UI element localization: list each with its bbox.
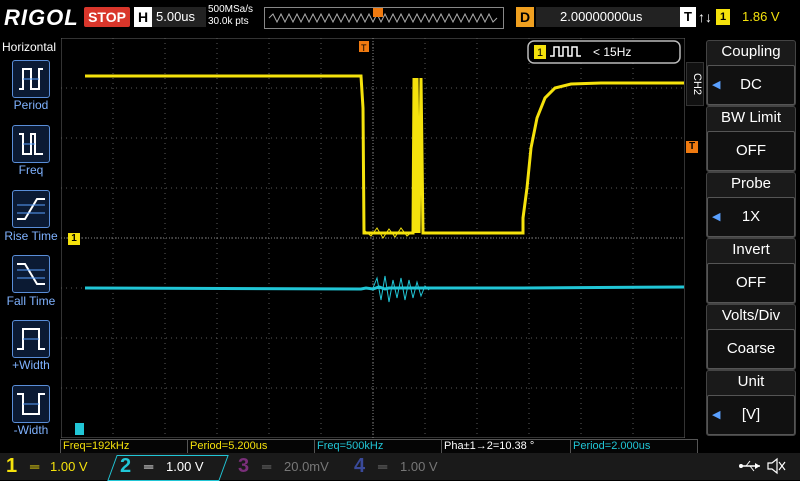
period-icon xyxy=(19,68,43,90)
horizontal-label: H xyxy=(134,7,152,27)
ch2-coupling-icon: ═ xyxy=(144,459,154,474)
memory-depth: 30.0k pts xyxy=(208,16,249,27)
delay-value[interactable]: 2.00000000us xyxy=(536,7,690,27)
ch3-number[interactable]: 3 xyxy=(238,453,249,480)
timebar-waveform-icon xyxy=(268,8,498,24)
coupling-title: Coupling xyxy=(721,43,781,60)
ch4-coupling-icon: ═ xyxy=(378,459,388,474)
volts-div-title: Volts/Div xyxy=(721,307,781,324)
left-arrow-icon: ◀ xyxy=(712,79,721,91)
fall-time-icon xyxy=(17,263,45,285)
ch2-waveform xyxy=(84,285,685,291)
left-arrow-icon: ◀ xyxy=(712,211,721,223)
fall-time-button[interactable] xyxy=(12,255,50,293)
ch1-coupling-icon: ═ xyxy=(30,459,40,474)
pos-width-icon xyxy=(17,328,45,350)
sample-rate: 500MSa/s xyxy=(208,4,254,15)
usb-icon xyxy=(739,460,760,472)
trigger-status-text: < 15Hz xyxy=(593,45,631,59)
trigger-label: T xyxy=(680,7,696,27)
coupling-menu[interactable]: Coupling ◀ DC xyxy=(706,40,796,106)
neg-width-label: -Width xyxy=(13,423,49,437)
probe-title: Probe xyxy=(730,175,772,192)
volts-div-value[interactable]: Coarse xyxy=(707,329,795,369)
period-measure-button[interactable] xyxy=(12,60,50,98)
rise-time-icon xyxy=(17,198,45,220)
probe-value-text: 1X xyxy=(741,208,761,225)
unit-value[interactable]: ◀ [V] xyxy=(707,395,795,435)
trigger-level[interactable]: 1.86 V xyxy=(742,7,780,27)
bw-limit-title: BW Limit xyxy=(721,109,781,126)
measure-ch2-period[interactable]: Period=2.000us xyxy=(570,439,698,454)
left-panel-title: Horizontal xyxy=(2,40,57,54)
coupling-value-text: DC xyxy=(740,76,762,93)
fall-time-label: Fall Time xyxy=(6,294,56,308)
trigger-status-channel: 1 xyxy=(537,47,543,59)
invert-title: Invert xyxy=(732,241,770,258)
ch4-number[interactable]: 4 xyxy=(354,453,365,480)
freq-icon xyxy=(19,133,43,155)
waveform-display[interactable]: T 1 < 15Hz xyxy=(61,38,685,438)
trigger-source[interactable]: 1 xyxy=(716,9,730,25)
volts-div-menu[interactable]: Volts/Div Coarse xyxy=(706,304,796,370)
measure-ch2-freq[interactable]: Freq=500kHz xyxy=(314,439,442,454)
pos-width-label: +Width xyxy=(12,358,50,372)
unit-menu[interactable]: Unit ◀ [V] xyxy=(706,370,796,436)
unit-value-text: [V] xyxy=(741,406,761,423)
period-label: Period xyxy=(13,98,49,112)
ch2-number[interactable]: 2 xyxy=(120,453,131,480)
probe-menu[interactable]: Probe ◀ 1X xyxy=(706,172,796,238)
ch1-scale[interactable]: 1.00 V xyxy=(50,455,88,479)
ch1-number[interactable]: 1 xyxy=(6,453,17,480)
freq-measure-button[interactable] xyxy=(12,125,50,163)
bw-limit-menu[interactable]: BW Limit OFF xyxy=(706,106,796,172)
delay-label: D xyxy=(516,7,534,27)
pos-width-button[interactable] xyxy=(12,320,50,358)
neg-width-icon xyxy=(17,393,45,415)
unit-title: Unit xyxy=(737,373,765,390)
speaker-muted-icon[interactable] xyxy=(766,457,786,475)
memory-timebar xyxy=(264,7,504,29)
invert-menu[interactable]: Invert OFF xyxy=(706,238,796,304)
neg-width-button[interactable] xyxy=(12,385,50,423)
left-arrow-icon: ◀ xyxy=(712,409,721,421)
ch1-offset-marker[interactable]: 1 xyxy=(68,233,80,245)
bw-limit-value[interactable]: OFF xyxy=(707,131,795,171)
trigger-position-label: T xyxy=(361,43,367,53)
channel-menu-tag: CH2 xyxy=(686,62,704,106)
invert-value[interactable]: OFF xyxy=(707,263,795,303)
ch2-ground-marker xyxy=(75,423,84,435)
measure-phase[interactable]: Pha±1→2=10.38 ° xyxy=(441,439,571,454)
rise-time-button[interactable] xyxy=(12,190,50,228)
measure-ch1-period[interactable]: Period=5.200us xyxy=(187,439,315,454)
measure-ch1-freq[interactable]: Freq=192kHz xyxy=(60,439,188,454)
ch3-scale[interactable]: 20.0mV xyxy=(284,455,329,479)
trigger-slope-icon[interactable]: ↑↓ xyxy=(698,7,712,27)
ch2-scale[interactable]: 1.00 V xyxy=(166,455,204,479)
ch3-coupling-icon: ═ xyxy=(262,459,272,474)
coupling-value[interactable]: ◀ DC xyxy=(707,65,795,105)
probe-value[interactable]: ◀ 1X xyxy=(707,197,795,237)
ch4-scale[interactable]: 1.00 V xyxy=(400,455,438,479)
horizontal-scale[interactable]: 5.00us xyxy=(152,7,206,27)
rise-time-label: Rise Time xyxy=(4,229,58,243)
trigger-level-marker[interactable]: T xyxy=(686,141,698,153)
brand-logo: RIGOL xyxy=(4,5,79,30)
freq-label: Freq xyxy=(18,163,44,177)
run-stop-status[interactable]: STOP xyxy=(84,7,130,27)
